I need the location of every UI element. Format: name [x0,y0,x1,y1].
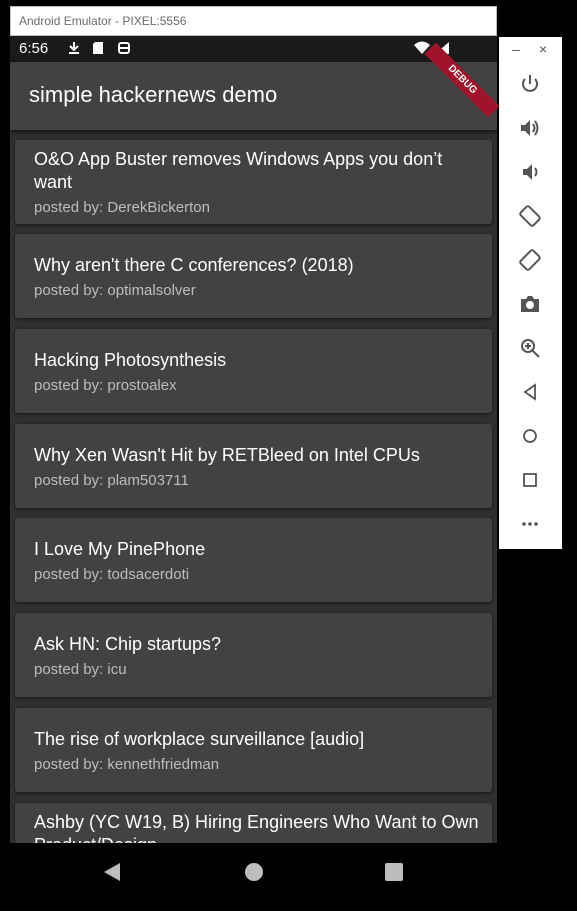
post-title: The rise of workplace surveillance [audi… [34,729,365,749]
volume-down-icon[interactable] [518,160,542,184]
status-bar: 6:56 [10,36,497,62]
home-nav-icon[interactable] [244,862,264,882]
post-title: Why aren't there C conferences? (2018) [34,255,354,275]
power-icon[interactable] [518,72,542,96]
recents-nav-icon[interactable] [385,863,403,881]
navigation-bar [10,843,497,901]
post-author: posted by: prostoalex [34,377,177,394]
post-author: posted by: icu [34,661,127,678]
close-button[interactable]: × [539,41,547,57]
post-card[interactable]: Hacking Photosynthesis posted by: prosto… [15,329,492,413]
post-title: Hacking Photosynthesis [34,350,227,370]
rotate-right-icon[interactable] [518,248,542,272]
post-author: posted by: kennethfriedman [34,756,220,773]
post-card[interactable]: Why aren't there C conferences? (2018) p… [15,234,492,318]
back-icon[interactable] [518,380,542,404]
emulator-window: Android Emulator - PIXEL:5556 6:56 simpl… [10,6,500,901]
app-bar: simple hackernews demo DEBUG [10,42,500,130]
post-title: I Love My PinePhone [34,539,206,559]
minimize-button[interactable]: – [512,41,520,57]
rotate-left-icon[interactable] [518,204,542,228]
post-author: posted by: DerekBickerton [34,199,210,216]
emulator-side-toolbar: – × [499,37,562,549]
post-card[interactable]: Ask HN: Chip startups? posted by: icu [15,613,492,697]
volume-up-icon[interactable] [518,116,542,140]
post-title: Ashby (YC W19, B) Hiring Engineers Who W… [34,812,479,843]
overview-icon[interactable] [518,468,542,492]
status-time: 6:56 [19,40,49,57]
back-nav-icon[interactable] [102,862,122,882]
window-title: Android Emulator - PIXEL:5556 [10,6,497,36]
post-card[interactable]: O&O App Buster removes Windows Apps you … [15,140,492,224]
download-icon [69,42,79,54]
post-card[interactable]: I Love My PinePhone posted by: todsacerd… [15,518,492,602]
app-title: simple hackernews demo [29,82,278,107]
post-title: Why Xen Wasn't Hit by RETBleed on Intel … [34,445,420,465]
camera-icon[interactable] [518,292,542,316]
android-icon [118,42,130,54]
post-card[interactable]: The rise of workplace surveillance [audi… [15,708,492,792]
post-card[interactable]: Why Xen Wasn't Hit by RETBleed on Intel … [15,424,492,508]
post-card[interactable]: Ashby (YC W19, B) Hiring Engineers Who W… [15,803,492,843]
post-author: posted by: optimalsolver [34,282,196,299]
zoom-icon[interactable] [518,336,542,360]
post-author: posted by: todsacerdoti [34,566,190,583]
post-author: posted by: plam503711 [34,472,189,489]
sd-card-icon [93,42,103,54]
post-title: O&O App Buster removes Windows Apps you … [34,149,443,192]
post-list[interactable]: O&O App Buster removes Windows Apps you … [10,130,497,843]
more-icon[interactable] [518,512,542,536]
post-title: Ask HN: Chip startups? [34,634,222,654]
home-icon[interactable] [518,424,542,448]
